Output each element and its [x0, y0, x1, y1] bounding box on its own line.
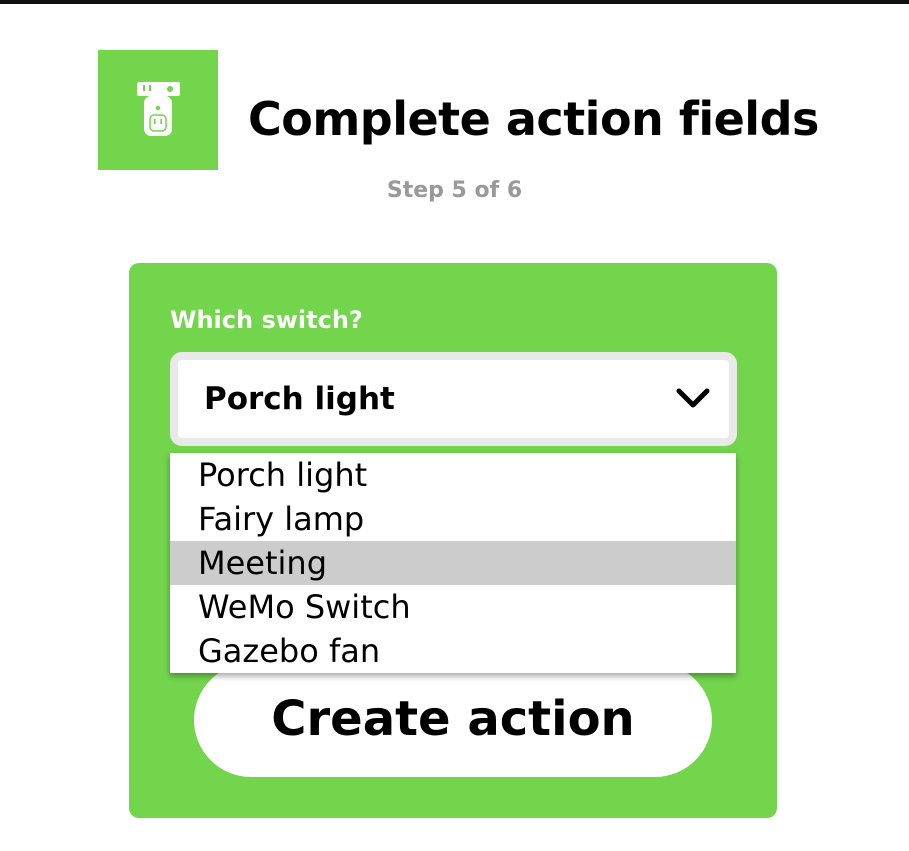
dropdown-option[interactable]: Fairy lamp — [170, 497, 736, 541]
dropdown-option[interactable]: Gazebo fan — [170, 629, 736, 673]
switch-options-list: Porch light Fairy lamp Meeting WeMo Switch G… — [170, 453, 736, 673]
top-border — [0, 0, 909, 4]
select-value: Porch light — [204, 381, 395, 417]
dropdown-option[interactable]: WeMo Switch — [170, 585, 736, 629]
page-title: Complete action fields — [248, 92, 819, 146]
create-action-button[interactable]: Create action — [194, 663, 712, 777]
dropdown-option[interactable]: Porch light — [170, 453, 736, 497]
dropdown-option[interactable]: Meeting — [170, 541, 736, 585]
switch-field-label: Which switch? — [170, 306, 363, 334]
step-indicator: Step 5 of 6 — [386, 178, 523, 203]
chevron-down-icon — [676, 388, 710, 408]
switch-select[interactable]: Porch light — [170, 352, 737, 446]
wemo-smart-plug-icon — [98, 50, 218, 170]
